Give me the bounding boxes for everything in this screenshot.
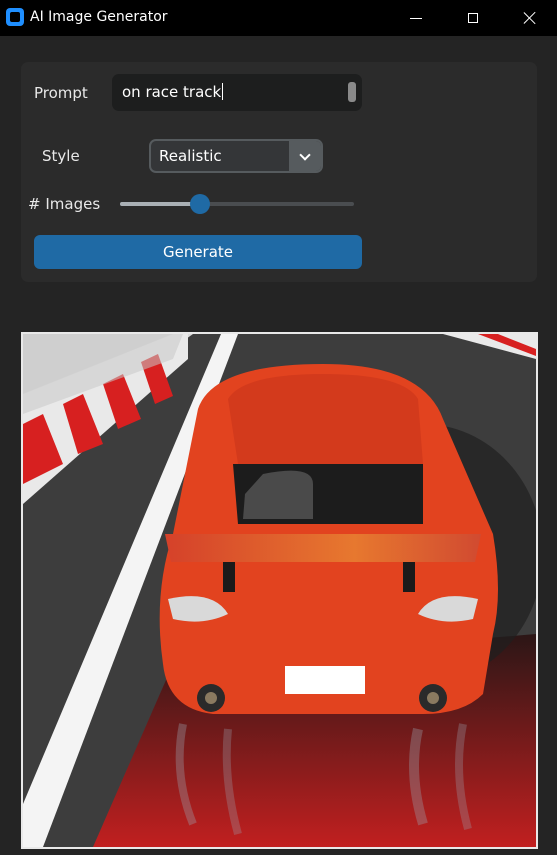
slider-thumb[interactable]: [190, 194, 210, 214]
slider-fill: [120, 202, 200, 206]
generated-image: [21, 332, 538, 849]
prompt-text: on race track: [122, 83, 224, 101]
prompt-scrollbar[interactable]: [348, 82, 356, 102]
close-button[interactable]: [503, 0, 557, 36]
prompt-label: Prompt: [34, 84, 88, 102]
images-slider[interactable]: [120, 194, 354, 214]
close-icon: [523, 11, 537, 25]
race-car-image: [23, 334, 536, 847]
maximize-icon: [468, 13, 478, 23]
app-icon: [6, 8, 24, 26]
generate-button[interactable]: Generate: [34, 235, 362, 269]
minimize-button[interactable]: [389, 0, 443, 36]
style-selected-value: Realistic: [159, 147, 222, 165]
style-label: Style: [42, 147, 80, 165]
maximize-button[interactable]: [446, 0, 500, 36]
minimize-icon: [410, 17, 422, 19]
chevron-down-icon: [299, 148, 311, 161]
dropdown-arrow-button[interactable]: [289, 141, 321, 171]
window-title: AI Image Generator: [30, 9, 168, 25]
text-caret: [222, 83, 224, 100]
style-dropdown[interactable]: Realistic: [149, 139, 323, 173]
prompt-input[interactable]: on race track: [112, 74, 362, 111]
images-label: # Images: [28, 195, 101, 213]
title-bar: AI Image Generator: [0, 0, 557, 36]
